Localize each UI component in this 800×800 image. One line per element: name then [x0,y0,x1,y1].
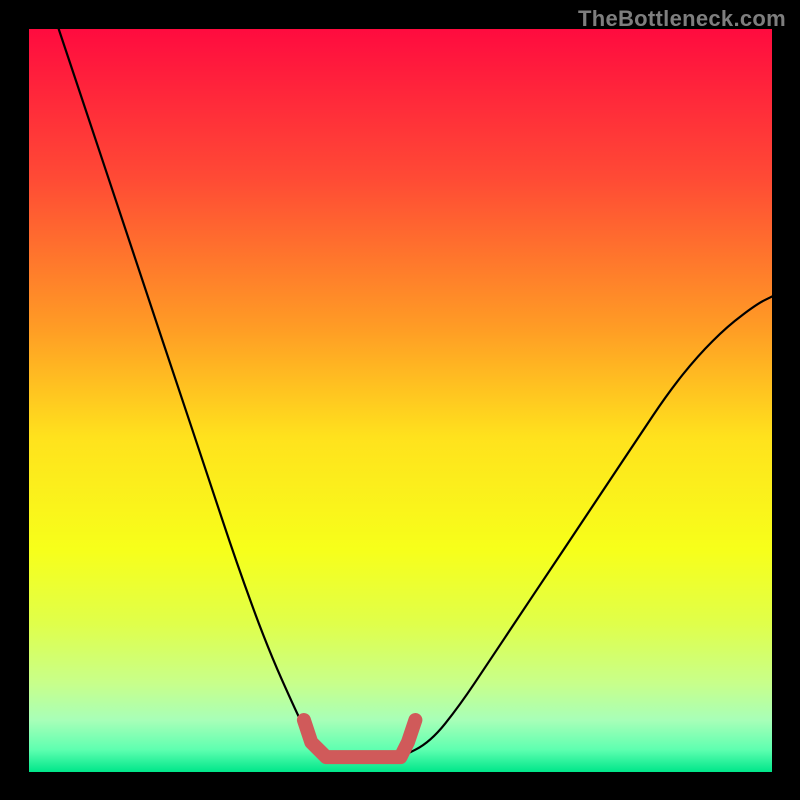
curve-left [59,29,327,757]
curve-layer [29,29,772,772]
curve-right [401,297,773,758]
plot-area [29,29,772,772]
watermark-label: TheBottleneck.com [578,6,786,32]
trough-highlight [304,720,416,757]
chart-frame: TheBottleneck.com [0,0,800,800]
